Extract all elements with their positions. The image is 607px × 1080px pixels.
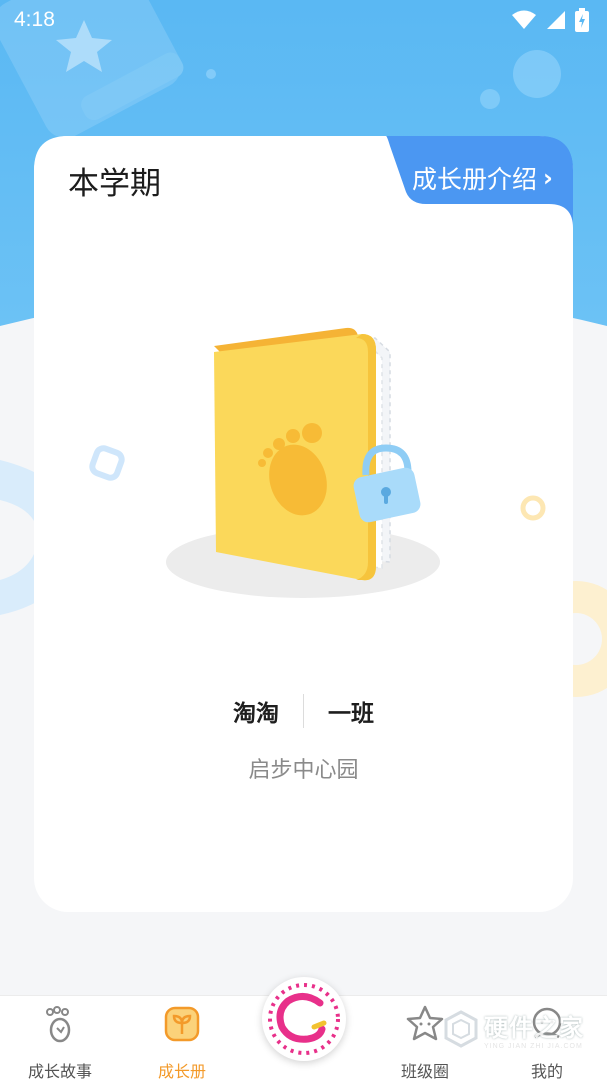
wifi-icon xyxy=(512,10,536,29)
semester-title: 本学期 xyxy=(68,166,161,202)
chevron-right-icon: › xyxy=(543,164,553,192)
watermark: 硬件之家 YING JIAN ZHI JIA.COM xyxy=(444,1008,584,1050)
nav-label: 成长册 xyxy=(157,1062,206,1080)
class-name: 一班 xyxy=(328,701,374,727)
intro-link-label: 成长册介绍 xyxy=(412,165,538,194)
student-info: 淘淘 一班 xyxy=(0,694,607,728)
brand-logo-icon xyxy=(268,983,340,1055)
school-name: 启步中心园 xyxy=(248,758,359,783)
locked-book-illustration[interactable] xyxy=(0,300,607,720)
nav-label: 班级圈 xyxy=(400,1062,449,1080)
status-time: 4:18 xyxy=(14,8,55,31)
battery-icon xyxy=(575,8,589,32)
status-bar: 4:18 xyxy=(0,0,607,42)
star-face-icon xyxy=(406,1005,444,1041)
student-name: 淘淘 xyxy=(233,701,279,727)
center-brand-button[interactable] xyxy=(262,977,346,1061)
watermark-subtitle: YING JIAN ZHI JIA.COM xyxy=(484,1043,583,1050)
growth-book-intro-link[interactable]: 成长册介绍 › xyxy=(412,160,553,196)
watermark-title: 硬件之家 xyxy=(484,1014,584,1042)
signal-icon xyxy=(547,11,565,29)
nav-item-growth-story[interactable]: 成长故事 xyxy=(0,1004,120,1080)
footprint-icon xyxy=(46,1006,71,1043)
nav-item-growth-book[interactable]: 成长册 xyxy=(122,1004,242,1080)
sprout-book-icon xyxy=(164,1006,200,1042)
nav-label: 成长故事 xyxy=(27,1062,92,1080)
hexagon-logo-icon xyxy=(444,1010,478,1048)
divider xyxy=(303,694,304,728)
nav-label: 我的 xyxy=(530,1062,563,1080)
